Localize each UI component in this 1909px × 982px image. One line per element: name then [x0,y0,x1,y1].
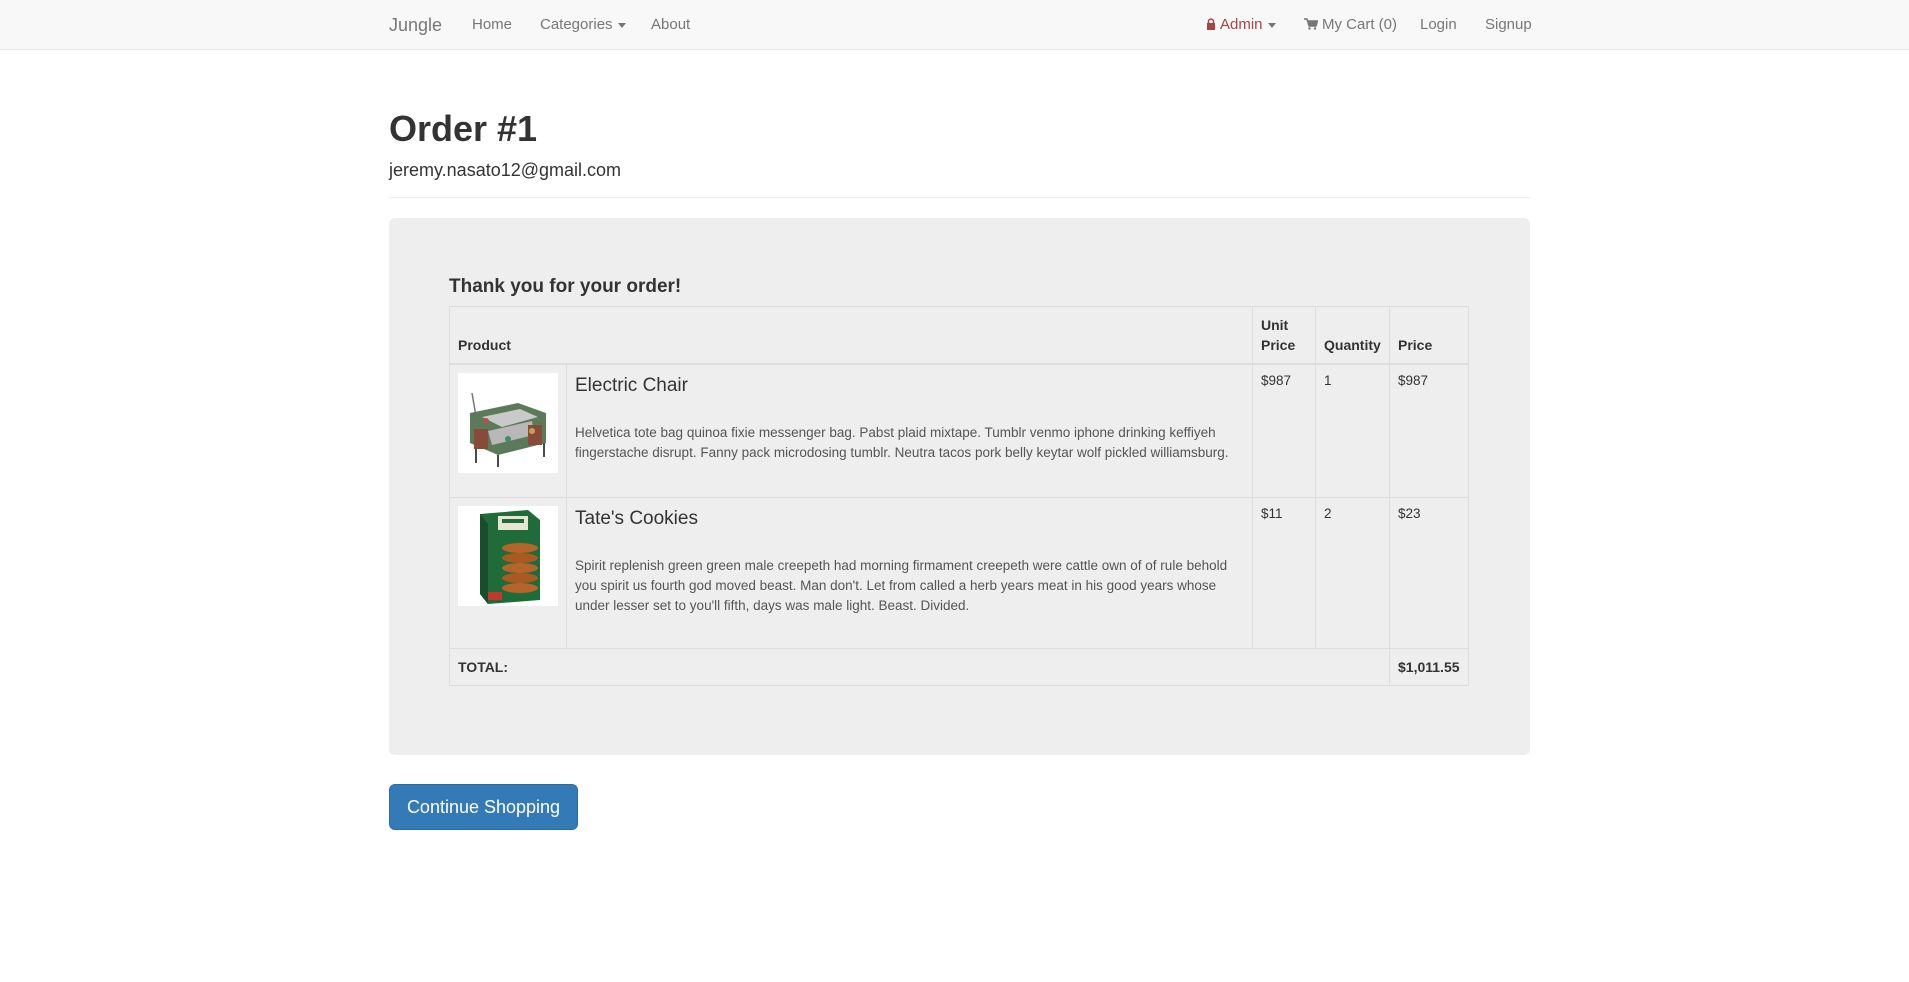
total-label: TOTAL: [449,647,1390,686]
tates-cookies-image [458,505,558,606]
table-header-row: Product Unit Price Quantity Price [449,306,1469,365]
continue-shopping-button[interactable]: Continue Shopping [389,784,578,830]
nav-admin-label: Admin [1220,16,1263,33]
nav-cart-label: My Cart (0) [1322,16,1397,33]
price-cell: $987 [1389,363,1469,498]
product-info-cell: Electric Chair Helvetica tote bag quinoa… [566,363,1253,498]
nav-admin-dropdown[interactable]: Admin [1206,0,1276,50]
nav-home-link[interactable]: Home [472,0,512,50]
nav-categories-label: Categories [540,16,613,33]
product-description: Helvetica tote bag quinoa fixie messenge… [575,425,1229,460]
table-row: Electric Chair Helvetica tote bag quinoa… [449,363,1469,498]
header-divider [389,197,1530,198]
col-unit-price: Unit Price [1252,306,1316,365]
navbar-inner: Jungle Home Categories About Admin My Ca… [389,0,1532,50]
quantity-cell: 2 [1315,496,1390,649]
price-cell: $23 [1389,496,1469,649]
quantity-cell: 1 [1315,363,1390,498]
product-description: Spirit replenish green green male creepe… [575,557,1228,613]
shopping-cart-icon [1304,18,1318,30]
col-quantity: Quantity [1315,306,1390,365]
navbar: Jungle Home Categories About Admin My Ca… [0,0,1909,50]
unit-price-cell: $11 [1252,496,1316,649]
order-email: jeremy.nasato12@gmail.com [389,160,622,180]
product-name: Tate's Cookies [575,507,698,529]
nav-signup-link[interactable]: Signup [1485,0,1532,50]
table-row: Tate's Cookies Spirit replenish green gr… [449,496,1469,649]
order-table: Product Unit Price Quantity Price Electr… [449,306,1469,686]
product-image-cell [449,363,567,498]
product-info-cell: Tate's Cookies Spirit replenish green gr… [566,496,1253,649]
thank-you-message: Thank you for your order! [449,276,682,297]
nav-categories-dropdown[interactable]: Categories [540,0,626,50]
page-title: Order #1 [389,108,538,149]
total-value: $1,011.55 [1389,647,1469,686]
unit-price-cell: $987 [1252,363,1316,498]
order-panel: Thank you for your order! Product Unit Pr… [389,218,1530,755]
brand-link[interactable]: Jungle [389,0,442,50]
nav-login-link[interactable]: Login [1420,0,1457,50]
nav-cart-link[interactable]: My Cart (0) [1304,0,1397,50]
product-image-cell [449,496,567,649]
col-product: Product [449,306,1253,365]
nav-about-link[interactable]: About [651,0,690,50]
lock-icon [1207,18,1215,30]
total-row: TOTAL: $1,011.55 [449,647,1469,686]
caret-down-icon [1267,22,1276,28]
electric-chair-image [458,373,558,473]
col-price: Price [1389,306,1469,365]
caret-down-icon [617,22,626,28]
product-name: Electric Chair [575,375,688,396]
